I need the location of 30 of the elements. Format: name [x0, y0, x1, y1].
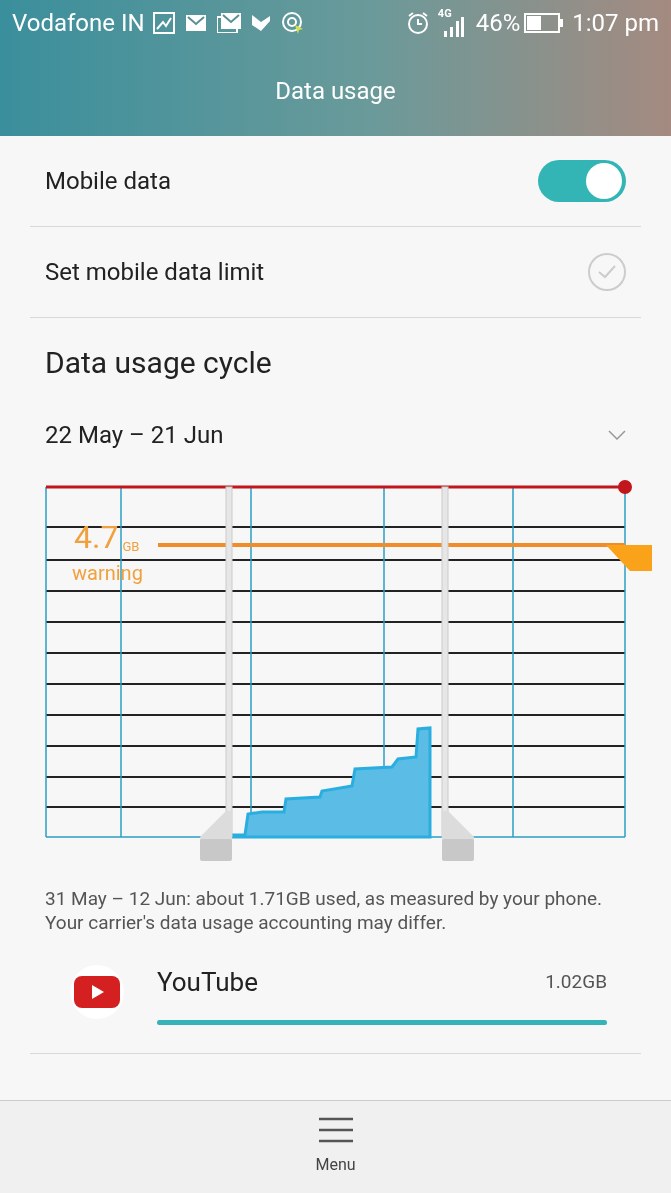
- chevron-down-icon: [608, 430, 626, 440]
- target-cursor-icon: [280, 11, 305, 35]
- menu-button[interactable]: Menu: [0, 1100, 671, 1193]
- mail-stack-icon: [216, 13, 241, 33]
- screen-title: Data usage: [275, 76, 396, 107]
- check-flag-icon: [250, 13, 271, 33]
- app-name: YouTube: [157, 966, 258, 999]
- warning-unit: GB: [122, 540, 140, 553]
- alarm-icon: [405, 11, 430, 35]
- end-handle[interactable]: [441, 486, 474, 861]
- limit-checkbox[interactable]: [588, 253, 626, 291]
- setting-label: Mobile data: [45, 166, 171, 197]
- app-usage: 1.02GB: [545, 969, 607, 996]
- mail-icon: [184, 14, 207, 32]
- setting-label: Set mobile data limit: [45, 257, 265, 288]
- section-heading: Data usage cycle: [45, 344, 273, 382]
- battery-icon: [524, 13, 565, 33]
- toggle-switch[interactable]: [538, 160, 626, 202]
- signal-icon: [441, 15, 464, 39]
- start-handle[interactable]: [200, 486, 233, 861]
- cycle-dropdown[interactable]: 22 May – 21 Jun: [45, 415, 626, 455]
- check-icon: [597, 264, 617, 280]
- warning-value: 4.7: [74, 521, 119, 553]
- usage-note: 31 May – 12 Jun: about 1.71GB used, as measured by your phone. Your carrier's data usage accounting may differ.: [44, 887, 603, 935]
- image-icon: [152, 12, 175, 34]
- menu-icon: [318, 1117, 353, 1143]
- clock-time: 1:07 pm: [572, 8, 659, 39]
- network-type: 4G: [437, 6, 452, 22]
- carrier-name: Vodafone IN: [12, 8, 145, 39]
- battery-percent: 46%: [475, 8, 521, 39]
